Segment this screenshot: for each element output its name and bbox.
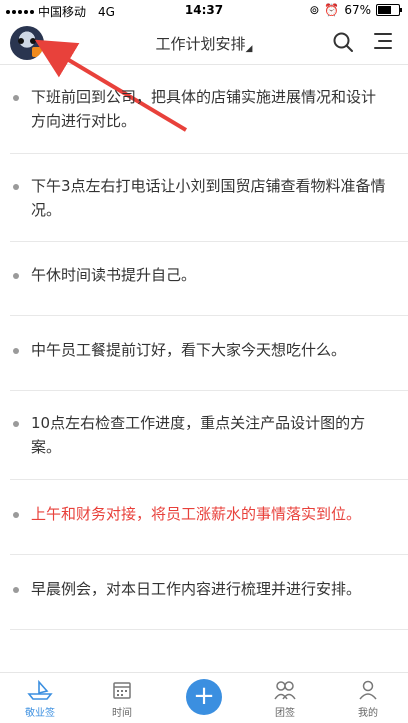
nav-bar: 工作计划安排◢ [0,22,408,65]
menu-icon[interactable] [374,33,392,51]
task-list: 下班前回到公司，把具体的店铺实施进展情况和设计方向进行对比。 下午3点左右打电话… [0,65,408,630]
battery-icon [376,4,402,16]
calendar-icon [113,682,131,699]
list-item[interactable]: 早晨例会，对本日工作内容进行梳理并进行安排。 [10,555,408,630]
status-right: ⊚ ⏰ 67% [309,3,402,17]
bullet-icon [13,184,19,190]
task-text: 中午员工餐提前订好，看下大家今天想吃什么。 [31,341,347,359]
team-icon [274,681,296,700]
task-text: 上午和财务对接，将员工涨薪水的事情落实到位。 [31,505,362,523]
list-item[interactable]: 午休时间读书提升自己。 [10,242,408,316]
task-text: 下班前回到公司，把具体的店铺实施进展情况和设计方向进行对比。 [31,88,377,130]
tab-bar: 敬业签 时间 + 团签 我的 [0,672,408,723]
search-icon[interactable] [332,31,354,53]
bullet-icon [13,512,19,518]
bullet-icon [13,95,19,101]
title-resize-icon: ◢ [245,44,253,54]
list-item[interactable]: 10点左右检查工作进度，重点关注产品设计图的方案。 [10,391,408,480]
task-text: 10点左右检查工作进度，重点关注产品设计图的方案。 [31,414,366,456]
tab-label: 敬业签 [25,708,55,719]
tab-time[interactable]: 时间 [92,679,152,719]
list-item[interactable]: 中午员工餐提前订好，看下大家今天想吃什么。 [10,316,408,391]
tab-label: 时间 [112,708,132,719]
tab-tuanqian[interactable]: 团签 [255,679,315,719]
tab-label: 团签 [275,708,295,719]
bullet-icon [13,273,19,279]
task-text: 早晨例会，对本日工作内容进行梳理并进行安排。 [31,580,362,598]
boat-icon [27,679,53,700]
page-title-label: 工作计划安排 [155,35,246,53]
battery-percent: 67% [344,3,371,17]
task-text: 午休时间读书提升自己。 [31,266,197,284]
battery-fill [378,6,392,14]
rotation-lock-icon: ⊚ [309,3,320,17]
bullet-icon [13,348,19,354]
tab-jingyeqian[interactable]: 敬业签 [10,679,70,719]
tab-mine[interactable]: 我的 [338,679,398,719]
add-button[interactable]: + [186,679,222,715]
alarm-icon: ⏰ [324,3,340,17]
list-item[interactable]: 下班前回到公司，把具体的店铺实施进展情况和设计方向进行对比。 [10,65,408,154]
list-item[interactable]: 上午和财务对接，将员工涨薪水的事情落实到位。 [10,480,408,555]
bullet-icon [13,421,19,427]
task-text: 下午3点左右打电话让小刘到国贸店铺查看物料准备情况。 [31,177,386,219]
list-item[interactable]: 下午3点左右打电话让小刘到国贸店铺查看物料准备情况。 [10,154,408,242]
bullet-icon [13,587,19,593]
tab-label: 我的 [358,708,378,719]
user-icon [359,680,377,700]
status-bar: 中国移动 4G 14:37 ⊚ ⏰ 67% [0,0,408,22]
